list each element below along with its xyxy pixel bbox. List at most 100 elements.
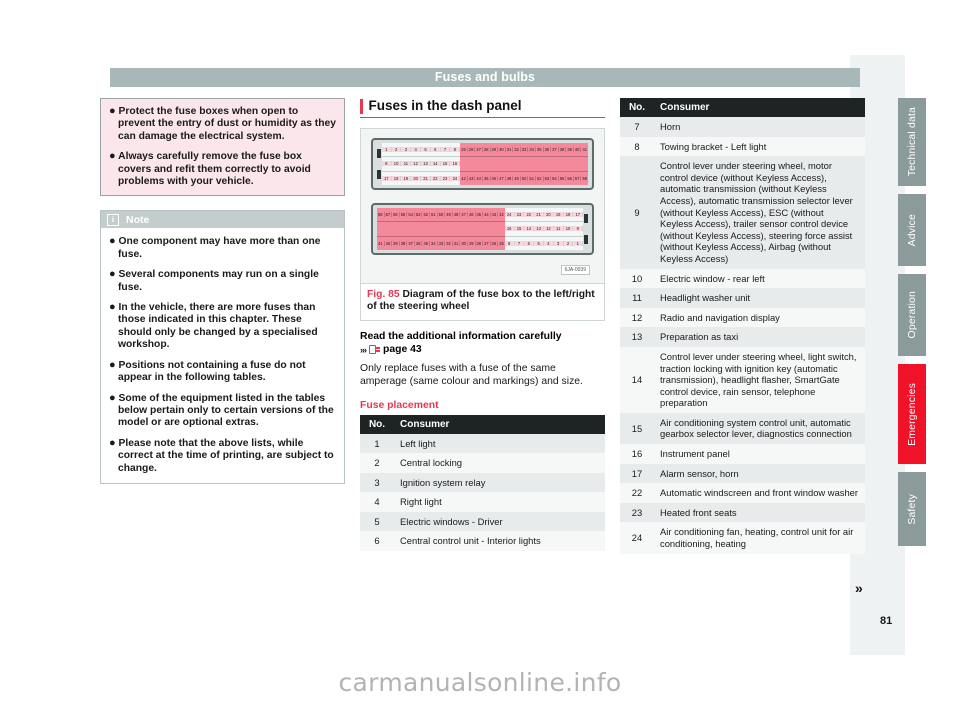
page-reference[interactable]: »› page 43 — [360, 344, 605, 355]
fuse-cell: 4 — [411, 147, 422, 153]
fuse-cell: 54 — [407, 212, 415, 218]
note-item-text: Positions not containing a fuse do not a… — [118, 359, 306, 384]
fuse-cell: 41 — [377, 240, 385, 246]
book-page-icon — [369, 345, 381, 355]
sidebar-tab-operation[interactable]: Operation — [898, 274, 926, 356]
sidebar-tab-label: Emergencies — [906, 382, 918, 446]
sidebar-tab-safety[interactable]: Safety — [898, 472, 926, 546]
fuse-box-bottom-diagram: 58 57 56 55 54 53 52 51 50 49 48 47 46 45 44 43 42 41 40 39… — [371, 203, 594, 255]
fuse-cell: 32 — [513, 147, 521, 153]
fuse-cell: 31 — [452, 240, 461, 246]
fuse-box-clips — [583, 208, 588, 250]
warning-item: ● Always carefully remove the fuse box c… — [109, 150, 336, 188]
fuse-row: 16 15 14 13 12 11 10 9 — [504, 222, 584, 237]
cell-no: 2 — [360, 453, 394, 473]
fuse-cell: 20 — [543, 212, 554, 218]
note-item: ● Please note that the above lists, whil… — [109, 437, 336, 475]
note-item-text: Some of the equipment listed in the tabl… — [118, 392, 334, 429]
fuse-cell: 34 — [430, 240, 438, 246]
fuse-row: 24 23 22 21 20 19 18 17 — [504, 208, 584, 223]
note-item-text: One component may have more than one fus… — [118, 236, 321, 260]
warning-box: ● Protect the fuse boxes when open to pr… — [100, 98, 345, 197]
figure-id-text: 6JA-0039 — [560, 265, 590, 275]
fuse-cell: 12 — [411, 161, 422, 167]
fuse-cell: 58 — [581, 175, 589, 181]
fuse-cell: 11 — [553, 226, 564, 232]
fuse-row — [377, 222, 505, 237]
middle-column: Fuses in the dash panel 1 2 3 4 5 6 7 8 9 10 11 12 1… — [360, 98, 605, 552]
cell-consumer: Ignition system relay — [394, 472, 605, 493]
fuse-section-pink-top: 25 26 27 28 29 30 31 32 33 34 35 36 37 38 39 40 41 42 43 44… — [460, 143, 589, 185]
page-number: 81 — [880, 615, 893, 627]
table-row: 1 Left light — [360, 433, 605, 454]
sidebar-tab-advice[interactable]: Advice — [898, 194, 926, 266]
warning-item-text: Always carefully remove the fuse box cov… — [118, 151, 311, 188]
cell-consumer: Right light — [394, 492, 605, 512]
bullet-icon: ● — [109, 268, 116, 281]
table-row: 9 Control lever under steering wheel, mot… — [620, 156, 865, 269]
sidebar-tab-technical-data[interactable]: Technical data — [898, 98, 926, 186]
note-box: i Note ● One component may have more tha… — [100, 210, 345, 484]
table-row: 2 Central locking — [360, 453, 605, 473]
fuse-cell: 13 — [421, 161, 431, 167]
cell-consumer: Central control unit - Interior lights — [394, 531, 605, 552]
bullet-icon: ● — [109, 301, 116, 314]
fuse-cell: 47 — [498, 175, 506, 181]
fuse-row: 17 18 19 20 21 22 23 24 — [381, 172, 461, 185]
fuse-cell: 50 — [520, 175, 529, 181]
note-item: ● Some of the equipment listed in the ta… — [109, 392, 336, 430]
fuse-cell: 8 — [450, 147, 461, 153]
sidebar-tab-emergencies[interactable]: Emergencies — [898, 364, 926, 464]
table-header-row: No. Consumer — [360, 414, 605, 434]
table-header-row: No. Consumer — [620, 98, 865, 117]
cell-consumer: Automatic windscreen and front window wa… — [654, 483, 865, 503]
table-row: 3 Ignition system relay — [360, 472, 605, 493]
bullet-icon: ● — [109, 358, 116, 371]
fuse-cell: 8 — [504, 240, 515, 246]
fuse-cell: 3 — [401, 147, 412, 153]
fuse-section-white-top: 1 2 3 4 5 6 7 8 9 10 11 12 13 14 15 16 17 18 19 20 21 22 23 24 — [381, 143, 461, 185]
table-row: 17 Alarm sensor, horn — [620, 463, 865, 484]
cell-no: 16 — [620, 444, 654, 464]
fuse-cell: 38 — [558, 147, 567, 153]
fuse-row — [460, 157, 589, 172]
fuse-cell: 17 — [573, 212, 584, 218]
fuse-cell: 33 — [437, 240, 446, 246]
fuse-section-pink-bottom: 58 57 56 55 54 53 52 51 50 49 48 47 46 45 44 43 42 41 40 39… — [377, 208, 505, 250]
page-reference-label: page 43 — [383, 344, 422, 356]
fuse-cell: 28 — [482, 147, 491, 153]
cell-consumer: Horn — [654, 117, 865, 137]
cell-no: 4 — [360, 492, 394, 512]
fuse-cell: 57 — [384, 212, 393, 218]
note-item: ● Positions not containing a fuse do not… — [109, 359, 336, 385]
table-row: 13 Preparation as taxi — [620, 327, 865, 347]
table-row: 5 Electric windows - Driver — [360, 511, 605, 532]
fuse-cell: 37 — [407, 240, 415, 246]
body-paragraph: Only replace fuses with a fuse of the sa… — [360, 363, 583, 387]
cell-no: 23 — [620, 502, 654, 523]
bullet-icon: ● — [109, 391, 116, 404]
fuse-cell: 51 — [528, 175, 536, 181]
fuse-cell: 48 — [505, 175, 514, 181]
fuse-row: 41 40 39 38 37 36 35 34 33 32 31 30 29 28 27 26 25 — [377, 237, 505, 250]
cell-consumer: Radio and navigation display — [654, 307, 865, 328]
fuse-cell: 23 — [514, 212, 525, 218]
fuse-cell: 4 — [543, 240, 554, 246]
fuse-cell: 46 — [490, 175, 499, 181]
fuse-cell: 50 — [437, 212, 446, 218]
cell-consumer: Alarm sensor, horn — [654, 463, 865, 484]
fuse-cell: 9 — [381, 161, 392, 167]
fuse-cell: 10 — [391, 161, 402, 167]
sidebar-tab-label: Advice — [906, 213, 918, 247]
fuse-cell: 27 — [475, 147, 483, 153]
fuse-row: 42 43 44 45 46 47 48 49 50 51 52 53 54 55 56 57 58 — [460, 172, 589, 185]
fuse-cell: 22 — [524, 212, 535, 218]
fuse-cell: 18 — [391, 175, 402, 181]
cell-no: 17 — [620, 463, 654, 484]
column-header-no: No. — [360, 414, 394, 434]
fuse-box-top-diagram: 1 2 3 4 5 6 7 8 9 10 11 12 13 14 15 16 17 18 19 20 21 22 23 24 … — [371, 138, 594, 190]
fuse-cell: 17 — [381, 175, 392, 181]
fuse-cell: 15 — [514, 226, 525, 232]
fuse-cell: 26 — [467, 147, 476, 153]
column-header-no: No. — [620, 98, 654, 117]
